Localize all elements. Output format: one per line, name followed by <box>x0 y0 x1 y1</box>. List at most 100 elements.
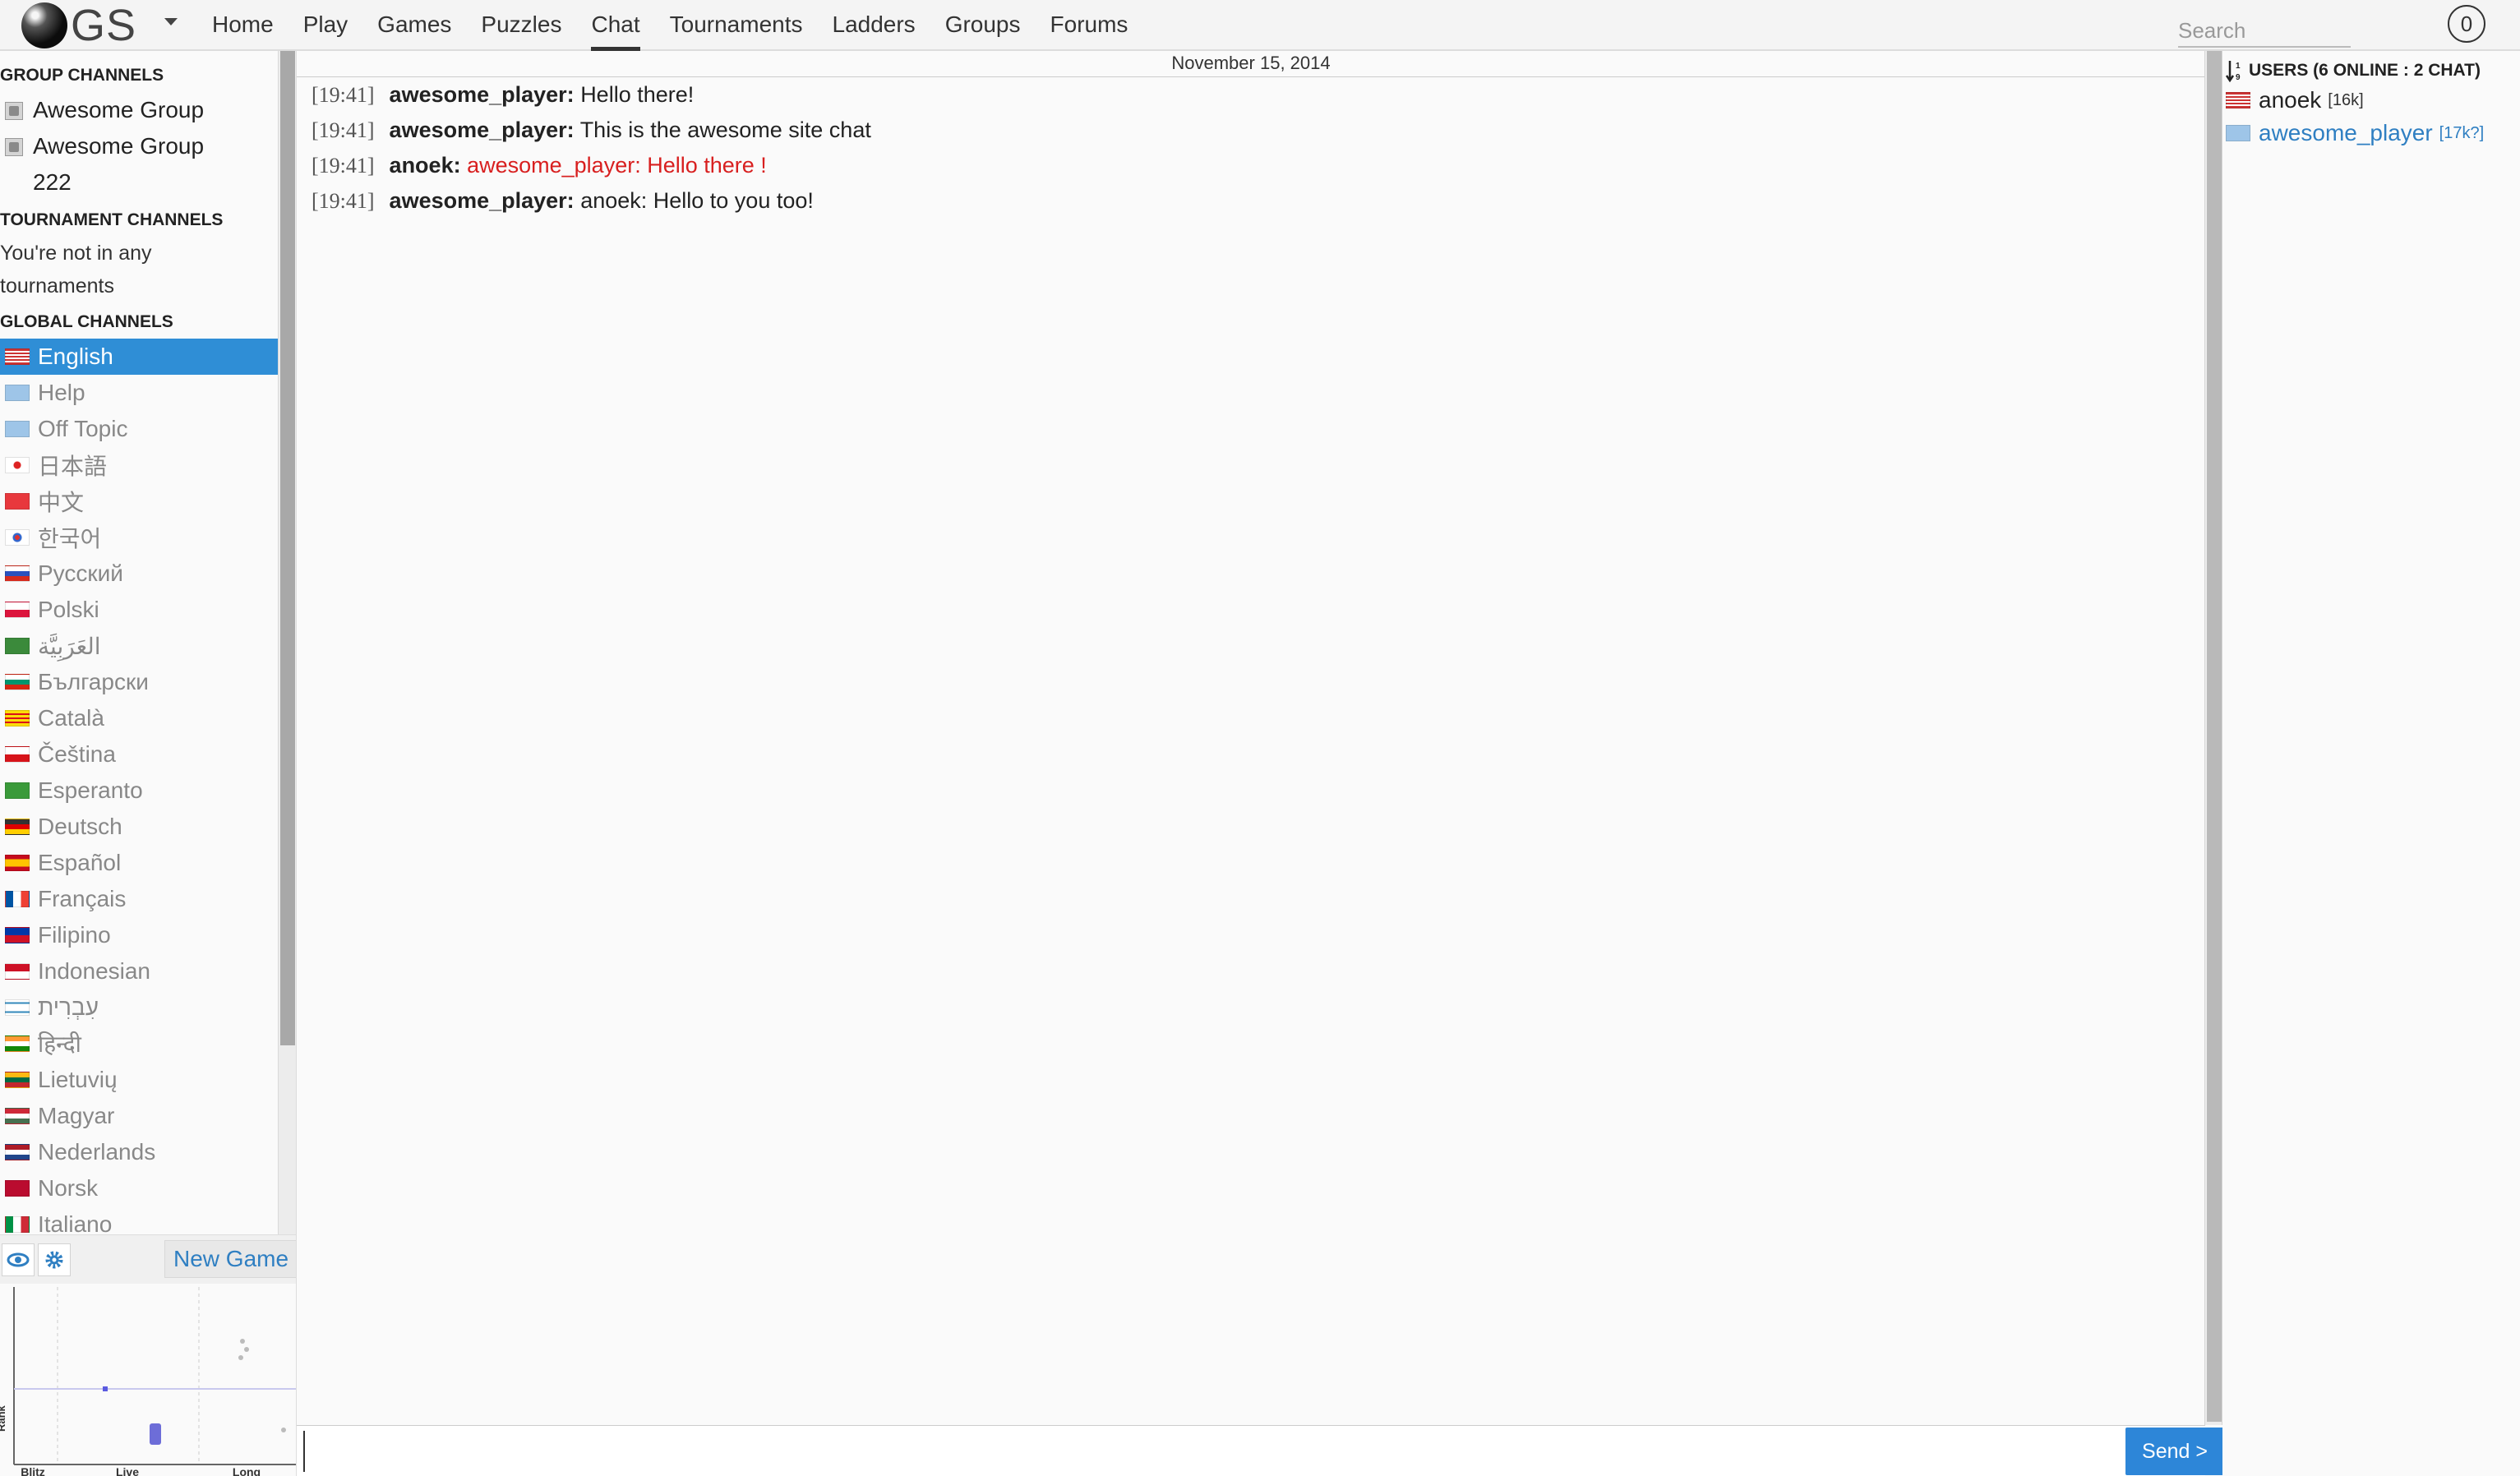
sidebar-scroll-thumb[interactable] <box>280 51 295 1045</box>
channel-item-hu[interactable]: Magyar <box>0 1098 278 1134</box>
message-text: This is the awesome site chat <box>579 118 871 142</box>
logo-dropdown-caret-icon[interactable] <box>164 18 178 25</box>
chat-message: [19:41] awesome_player: Hello there! <box>312 77 2185 113</box>
message-username[interactable]: awesome_player: <box>390 118 575 142</box>
channel-label: Français <box>38 886 127 911</box>
flag-in-icon <box>5 1036 30 1052</box>
nav-link-tournaments[interactable]: Tournaments <box>655 0 818 51</box>
group-channel-item[interactable]: Awesome Group 222 <box>0 128 278 201</box>
chat-input[interactable] <box>303 1431 2128 1472</box>
channel-label: Polski <box>38 597 99 622</box>
flag-hu-icon <box>5 1108 30 1124</box>
channel-item-fr[interactable]: Français <box>0 881 278 917</box>
channel-label: 日本語 <box>38 454 108 479</box>
channel-item-nl[interactable]: Nederlands <box>0 1134 278 1170</box>
user-name[interactable]: awesome_player <box>2259 120 2433 146</box>
group-channel-item[interactable]: Awesome Group <box>0 92 278 128</box>
nav-link-home[interactable]: Home <box>197 0 288 51</box>
flag-ph-icon <box>5 927 30 943</box>
channel-label: Off Topic <box>38 416 128 441</box>
message-username[interactable]: anoek: <box>390 153 461 178</box>
channel-item-cn[interactable]: 中文 <box>0 483 278 519</box>
flag-nl-icon <box>5 1144 30 1160</box>
channel-item-ph[interactable]: Filipino <box>0 917 278 953</box>
channel-label: Indonesian <box>38 958 151 984</box>
channel-item-eo[interactable]: Esperanto <box>0 773 278 809</box>
gear-icon[interactable] <box>38 1243 71 1276</box>
channel-item-us[interactable]: English <box>0 339 278 375</box>
game-point <box>103 1386 108 1391</box>
chat-scrollbar[interactable] <box>2204 51 2222 1425</box>
channel-label: Nederlands <box>38 1139 156 1165</box>
channel-label: Español <box>38 850 122 875</box>
channel-item-sa[interactable]: العَرَبِيَّة <box>0 628 278 664</box>
channel-label: Български <box>38 669 149 694</box>
nav-link-chat[interactable]: Chat <box>576 0 654 51</box>
x-tick-label-live: Live <box>116 1465 139 1476</box>
flag-un-icon <box>5 421 30 437</box>
user-rank: [17k?] <box>2439 123 2485 142</box>
flag-un-icon <box>2226 125 2250 141</box>
nav-link-ladders[interactable]: Ladders <box>818 0 930 51</box>
flag-bg-icon <box>5 674 30 690</box>
channel-item-cz[interactable]: Čeština <box>0 736 278 773</box>
nav-link-games[interactable]: Games <box>362 0 466 51</box>
channel-item-il[interactable]: עִבְרִית <box>0 989 278 1026</box>
channel-item-de[interactable]: Deutsch <box>0 809 278 845</box>
message-timestamp: [19:41] <box>312 118 375 142</box>
chat-date-header: November 15, 2014 <box>297 51 2205 77</box>
notifications-badge[interactable]: 0 <box>2448 5 2485 43</box>
channel-item-id[interactable]: Indonesian <box>0 953 278 989</box>
nav-link-play[interactable]: Play <box>288 0 362 51</box>
flag-us-icon <box>2226 92 2250 108</box>
chat-messages: [19:41] awesome_player: Hello there! [19:4… <box>312 77 2185 219</box>
nav-link-groups[interactable]: Groups <box>930 0 1036 51</box>
group-channels: Awesome Group Awesome Group 222 <box>0 92 278 201</box>
channel-item-es[interactable]: Español <box>0 845 278 881</box>
channel-item-kr[interactable]: 한국어 <box>0 519 278 556</box>
channel-item-in[interactable]: हिन्दी <box>0 1026 278 1062</box>
rank-chart[interactable]: Rank Blitz Live Long <box>0 1284 296 1476</box>
tournament-channels-heading: TOURNAMENT CHANNELS <box>0 210 224 229</box>
send-button[interactable]: Send > <box>2125 1428 2224 1475</box>
channel-label: Esperanto <box>38 777 143 803</box>
nav-link-forums[interactable]: Forums <box>1036 0 1143 51</box>
message-timestamp: [19:41] <box>312 154 375 178</box>
group-channel-label: Awesome Group <box>33 97 205 122</box>
flag-un-icon <box>5 385 30 401</box>
channel-item-no[interactable]: Norsk <box>0 1170 278 1206</box>
chat-scroll-thumb[interactable] <box>2207 51 2222 1422</box>
flag-il-icon <box>5 999 30 1016</box>
channel-item-ct[interactable]: Català <box>0 700 278 736</box>
flag-sa-icon <box>5 638 30 654</box>
message-username[interactable]: awesome_player: <box>390 82 575 107</box>
channel-item-un[interactable]: Help <box>0 375 278 411</box>
channel-label: Help <box>38 380 85 405</box>
chat-area: November 15, 2014 [19:41] awesome_player:… <box>296 51 2224 1476</box>
channel-item-lt[interactable]: Lietuvių <box>0 1062 278 1098</box>
channel-item-it[interactable]: Italiano <box>0 1206 278 1234</box>
channel-item-bg[interactable]: Български <box>0 664 278 700</box>
flag-ru-icon <box>5 565 30 582</box>
sort-numeric-icon[interactable]: 19 <box>2225 59 2244 83</box>
left-sidebar: GROUP CHANNELS Awesome Group Awesome Grou… <box>0 51 298 1476</box>
site-logo[interactable]: GS <box>0 1 136 50</box>
new-game-button[interactable]: New Game <box>164 1240 298 1278</box>
main-nav: Home Play Games Puzzles Chat Tournaments Ladde… <box>197 0 1142 51</box>
users-heading: 19 USERS (6 ONLINE : 2 CHAT) <box>2225 59 2481 83</box>
channel-item-ru[interactable]: Русский <box>0 556 278 592</box>
channel-label: Català <box>38 705 104 731</box>
eye-icon[interactable] <box>2 1243 35 1276</box>
user-list-item[interactable]: awesome_player [17k?] <box>2226 120 2484 146</box>
nav-link-puzzles[interactable]: Puzzles <box>466 0 576 51</box>
user-name[interactable]: anoek <box>2259 87 2321 113</box>
channel-item-un[interactable]: Off Topic <box>0 411 278 447</box>
tournament-note: You're not in any tournaments <box>0 242 152 298</box>
channel-label: Magyar <box>38 1103 115 1128</box>
channel-item-jp[interactable]: 日本語 <box>0 447 278 483</box>
message-username[interactable]: awesome_player: <box>390 188 575 213</box>
sidebar-scrollbar[interactable] <box>278 51 296 1234</box>
user-list-item[interactable]: anoek [16k] <box>2226 87 2364 113</box>
channel-item-pl[interactable]: Polski <box>0 592 278 628</box>
search-input[interactable] <box>2178 15 2351 48</box>
